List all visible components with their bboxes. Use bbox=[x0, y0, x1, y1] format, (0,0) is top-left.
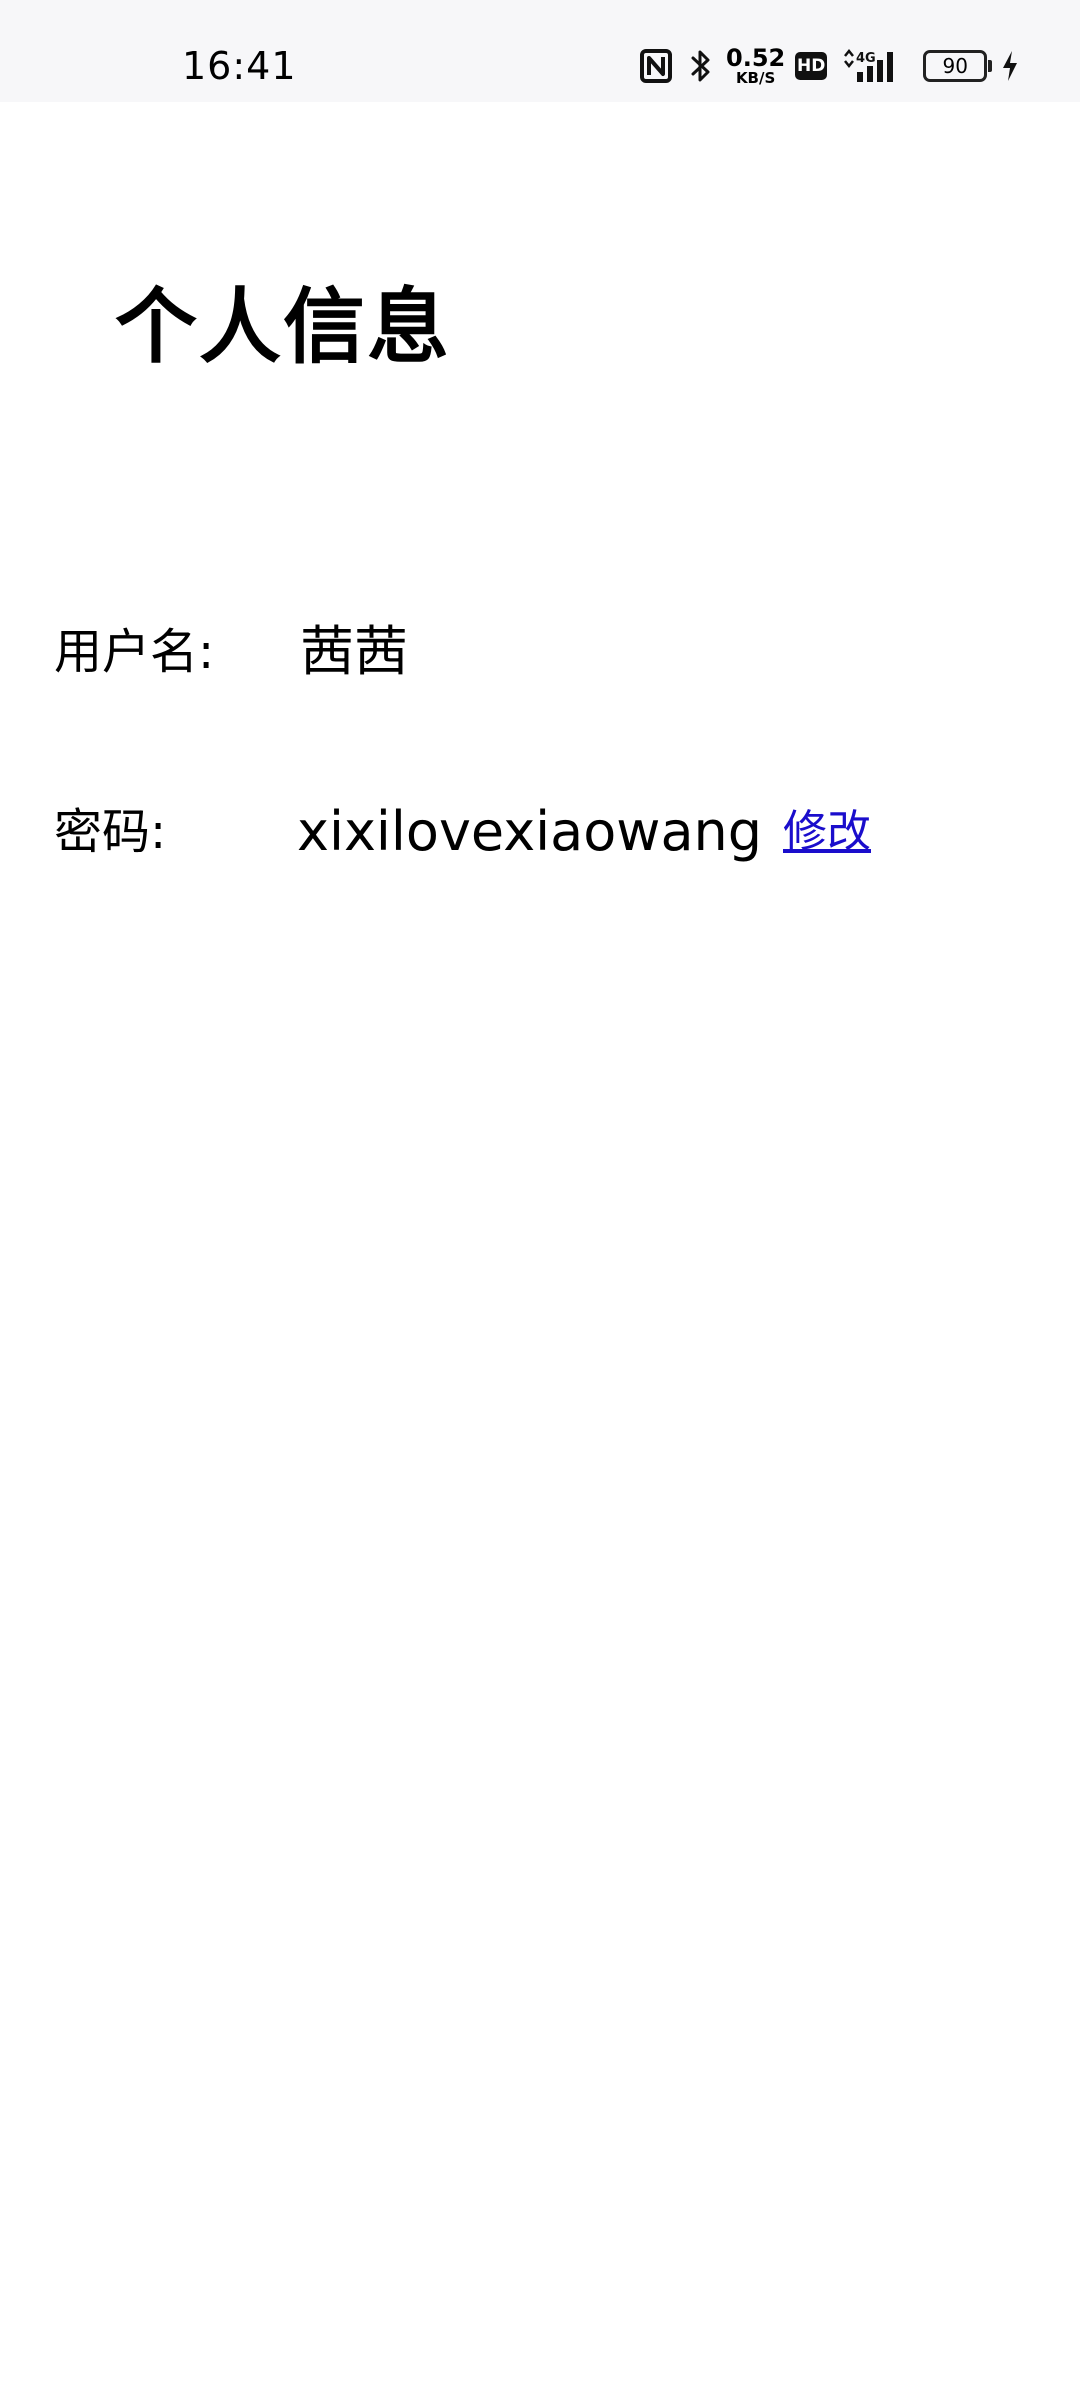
network-speed-unit: KB/S bbox=[735, 69, 776, 87]
network-speed-value: 0.52 bbox=[726, 44, 786, 72]
network-speed: 0.52 KB/S bbox=[726, 46, 785, 86]
charging-icon bbox=[1000, 49, 1020, 83]
status-bar: 16:41 0.52 KB/S HD 4G 90 bbox=[0, 0, 1080, 102]
hd-icon: HD bbox=[795, 52, 828, 80]
status-time: 16:41 bbox=[182, 44, 297, 88]
modify-password-link[interactable]: 修改 bbox=[783, 802, 871, 862]
battery-tip bbox=[988, 60, 993, 72]
page-title: 个人信息 bbox=[115, 280, 452, 375]
password-label: 密码: bbox=[54, 804, 167, 860]
username-value: 茜茜 bbox=[300, 620, 408, 683]
bluetooth-icon bbox=[690, 48, 712, 84]
password-value: xixilovexiaowang bbox=[297, 800, 763, 863]
signal-4g-label: 4G bbox=[856, 51, 876, 66]
signal-4g-icon: 4G bbox=[841, 48, 905, 84]
username-label: 用户名: bbox=[54, 624, 215, 680]
battery-icon: 90 bbox=[923, 50, 993, 82]
nfc-icon bbox=[640, 49, 672, 83]
status-icons: 0.52 KB/S HD 4G 90 bbox=[640, 44, 1020, 88]
battery-level: 90 bbox=[923, 50, 988, 82]
